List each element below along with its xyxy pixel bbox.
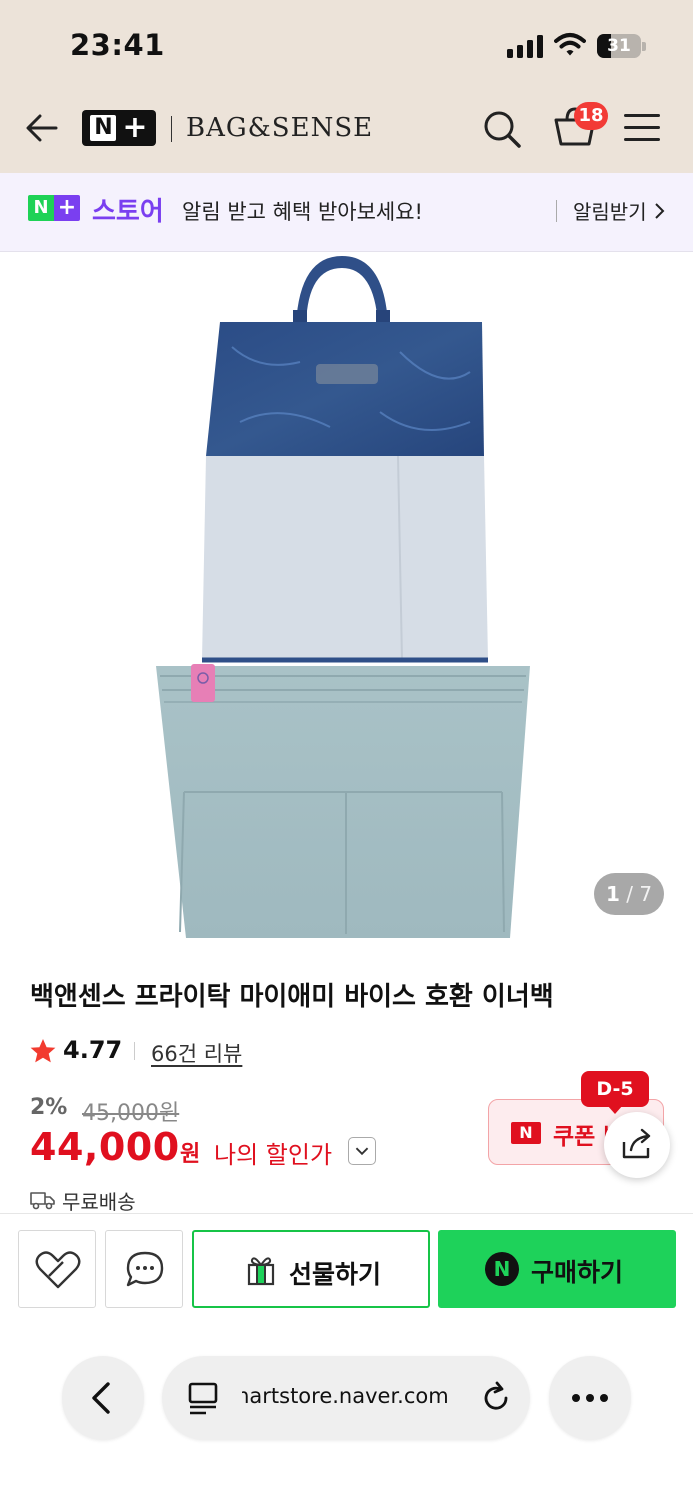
buy-now-button[interactable]: N 구매하기 [438,1230,676,1308]
search-icon[interactable] [480,107,524,151]
naver-plus-logo[interactable]: N + [82,110,156,146]
original-price: 45,000원 [82,1101,180,1126]
rating-score: 4.77 [63,1036,123,1064]
brand-divider [171,116,172,142]
wifi-icon [554,33,586,56]
browser-back-button[interactable] [62,1356,144,1440]
address-bar[interactable]: smartstore.naver.com [162,1356,530,1440]
buy-label: 구매하기 [531,1258,624,1287]
cellular-signal-icon [507,34,543,58]
image-counter: 1 / 7 [594,873,664,915]
chat-button[interactable] [105,1230,183,1308]
discount-rate: 2% [30,1095,68,1120]
share-button[interactable] [604,1112,670,1178]
star-icon [30,1039,56,1063]
naver-coupon-logo: N [511,1122,541,1144]
sale-price: 44,000 [30,1125,180,1169]
url-clip: smartstore.naver.com [242,1356,452,1440]
chevron-right-icon [655,203,665,219]
gift-button[interactable]: 선물하기 [192,1230,430,1308]
truck-icon [30,1192,55,1210]
more-icon [572,1394,608,1402]
more-button[interactable] [549,1356,631,1440]
review-count-link[interactable]: 66건 리뷰 [151,1038,242,1068]
coupon-dday-badge: D-5 [581,1071,649,1107]
subscribe-alert-link[interactable]: 알림받기 [573,196,647,225]
naver-plus-store-logo: N + [28,195,80,221]
brand-name[interactable]: BAG&SENSE [186,113,373,143]
battery-icon: 31 [597,34,641,58]
shipping-info: 무료배송 [62,1190,136,1214]
wishlist-heart-icon [35,1251,81,1289]
back-arrow-icon[interactable] [22,108,62,148]
banner-store-label: 스토어 [92,197,164,227]
product-title: 백앤센스 프라이탁 마이애미 바이스 호환 이너백 [30,982,554,1012]
wishlist-button[interactable] [18,1230,96,1308]
naver-pay-logo: N [485,1252,519,1286]
battery-tip [642,42,646,51]
status-time: 23:41 [70,28,165,62]
my-discount-price-label[interactable]: 나의 할인가 [214,1135,332,1170]
reader-icon[interactable] [184,1378,224,1418]
product-image[interactable] [0,252,693,952]
chevron-left-icon [92,1382,110,1414]
url-text: smartstore.naver.com [242,1384,449,1408]
battery-level: 31 [607,36,631,56]
sale-price-unit: 원 [180,1142,201,1167]
menu-icon[interactable] [624,112,662,144]
rating-divider [134,1042,135,1060]
reload-icon[interactable] [476,1378,516,1418]
notification-banner[interactable]: N + 스토어 알림 받고 혜택 받아보세요! 알림받기 [0,173,693,252]
share-icon [622,1128,651,1159]
gift-label: 선물하기 [289,1260,382,1289]
banner-message: 알림 받고 혜택 받아보세요! [182,200,423,224]
chevron-down-icon[interactable] [348,1137,376,1165]
gift-icon [247,1257,275,1286]
chat-icon [126,1251,164,1287]
cart-count-badge: 18 [574,102,608,130]
banner-divider [556,200,557,222]
